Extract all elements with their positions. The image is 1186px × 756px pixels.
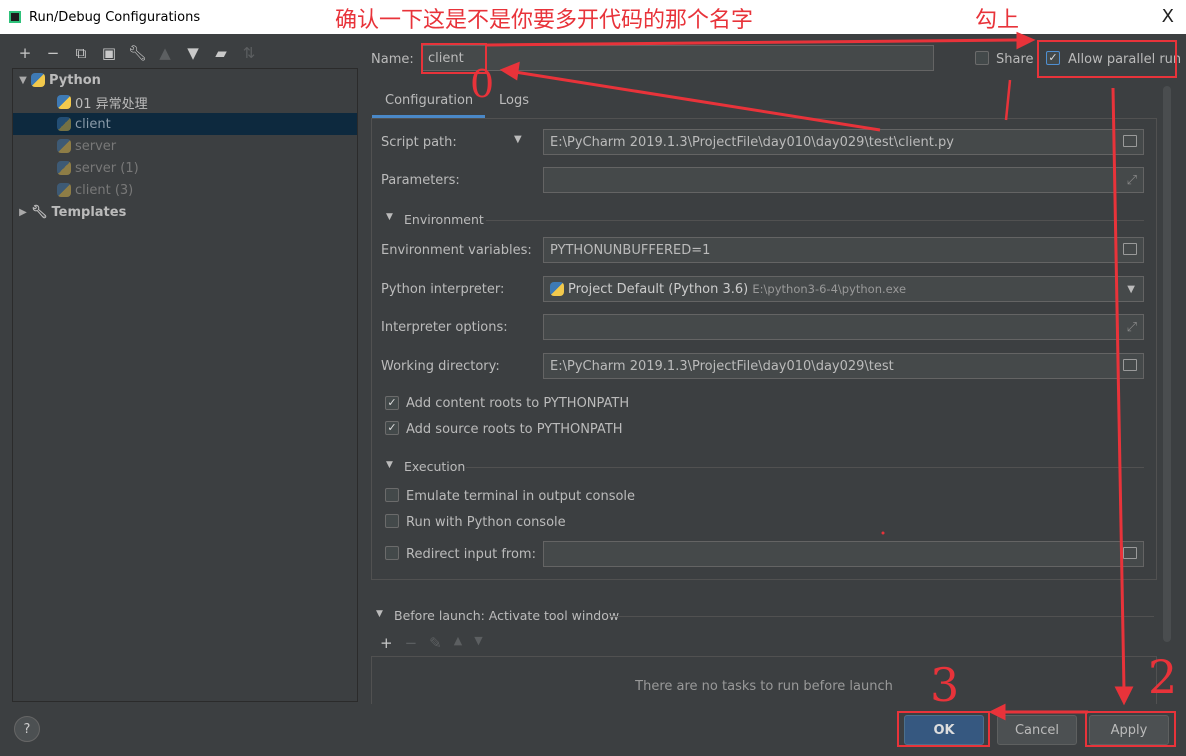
browse-folder-icon[interactable] <box>1123 547 1137 559</box>
redirect-input-field[interactable] <box>543 541 1144 567</box>
content-roots-label: Add content roots to PYTHONPATH <box>406 396 630 411</box>
python-icon <box>57 95 71 109</box>
name-input[interactable]: client <box>421 45 934 71</box>
edit-env-icon[interactable] <box>1123 243 1137 255</box>
close-icon[interactable]: X <box>1162 6 1174 27</box>
divider <box>608 616 1154 617</box>
move-up-icon[interactable]: ▲ <box>454 634 462 652</box>
tree-item[interactable]: server (1) <box>13 157 357 179</box>
tree-item[interactable]: server <box>13 135 357 157</box>
browse-folder-icon[interactable] <box>1123 135 1137 147</box>
redirect-input-label: Redirect input from: <box>406 547 536 562</box>
edit-icon[interactable]: ✎ <box>429 634 442 652</box>
name-label: Name: <box>371 52 414 67</box>
minus-icon[interactable]: − <box>44 44 62 62</box>
wrench-icon[interactable]: 🔧︎ <box>128 44 147 62</box>
tab-configuration[interactable]: Configuration <box>385 93 473 108</box>
annotation-mark-0: 0 <box>470 62 495 106</box>
collapse-arrow-icon[interactable]: ▶ <box>15 207 31 218</box>
content-roots-checkbox[interactable]: ✓ <box>385 396 399 410</box>
emulate-terminal-label: Emulate terminal in output console <box>406 489 636 504</box>
move-down-icon[interactable]: ▼ <box>184 44 202 62</box>
script-type-dropdown-icon[interactable]: ▼ <box>514 134 522 145</box>
tree-item-selected[interactable]: client <box>13 113 357 135</box>
tree-node-python[interactable]: ▼ Python <box>13 69 357 91</box>
execution-collapse-icon[interactable]: ▼ <box>386 460 393 470</box>
save-icon[interactable]: ▣ <box>100 44 118 62</box>
window-title: Run/Debug Configurations <box>29 9 201 25</box>
no-tasks-text: There are no tasks to run before launch <box>635 679 893 694</box>
tree-node-templates[interactable]: ▶ 🔧︎ Templates <box>13 201 357 223</box>
share-checkbox[interactable] <box>975 51 989 65</box>
interpreter-label: Python interpreter: <box>381 282 505 297</box>
divider <box>466 467 1144 468</box>
annotation-box-ok <box>897 711 990 747</box>
environment-collapse-icon[interactable]: ▼ <box>386 212 393 222</box>
move-down-icon[interactable]: ▼ <box>474 634 482 652</box>
python-console-label: Run with Python console <box>406 515 566 530</box>
sort-icon[interactable]: ⇅ <box>240 44 258 62</box>
scrollbar[interactable] <box>1163 86 1171 642</box>
before-launch-section: Before launch: Activate tool window <box>394 608 620 623</box>
interpreter-options-input[interactable]: ⤢ <box>543 314 1144 340</box>
tab-logs[interactable]: Logs <box>499 93 529 108</box>
annotation-mark-3: 3 <box>930 658 960 712</box>
annotation-box-parallel <box>1037 40 1177 78</box>
python-icon <box>57 117 71 131</box>
python-icon <box>57 183 71 197</box>
interpreter-options-label: Interpreter options: <box>381 320 508 335</box>
tree-item[interactable]: client (3) <box>13 179 357 201</box>
plus-icon[interactable]: + <box>380 634 393 652</box>
python-icon <box>57 161 71 175</box>
wrench-icon: 🔧︎ <box>31 204 48 220</box>
expand-arrow-icon[interactable]: ▼ <box>15 75 31 86</box>
parameters-label: Parameters: <box>381 173 460 188</box>
before-launch-collapse-icon[interactable]: ▼ <box>376 609 383 619</box>
cancel-button[interactable]: Cancel <box>997 715 1077 745</box>
copy-icon[interactable]: ⧉ <box>72 44 90 62</box>
before-launch-toolbar: + − ✎ ▲ ▼ <box>380 634 483 652</box>
source-roots-checkbox[interactable]: ✓ <box>385 421 399 435</box>
script-path-input[interactable]: E:\PyCharm 2019.1.3\ProjectFile\day010\d… <box>543 129 1144 155</box>
help-button[interactable]: ? <box>14 716 40 742</box>
python-console-checkbox[interactable] <box>385 514 399 528</box>
annotation-check-note: 勾上 <box>975 8 1020 33</box>
annotation-note: 确认一下这是不是你要多开代码的那个名字 <box>335 8 754 33</box>
browse-folder-icon[interactable] <box>1123 359 1137 371</box>
divider <box>486 220 1144 221</box>
python-icon <box>550 282 564 296</box>
working-dir-input[interactable]: E:\PyCharm 2019.1.3\ProjectFile\day010\d… <box>543 353 1144 379</box>
annotation-box-apply <box>1085 711 1176 747</box>
redirect-input-checkbox[interactable] <box>385 546 399 560</box>
expand-icon[interactable]: ⤢ <box>1127 320 1137 335</box>
config-tree: ▼ Python 01 异常处理 client server server (1)… <box>12 68 358 702</box>
new-folder-icon[interactable]: ▰ <box>212 44 230 62</box>
minus-icon[interactable]: − <box>405 634 418 652</box>
python-icon <box>31 73 45 87</box>
script-path-label: Script path: <box>381 135 457 150</box>
pycharm-icon <box>9 11 21 23</box>
plus-icon[interactable]: + <box>16 44 34 62</box>
emulate-terminal-checkbox[interactable] <box>385 488 399 502</box>
environment-section: Environment <box>404 212 484 227</box>
parameters-input[interactable]: ⤢ <box>543 167 1144 193</box>
expand-icon[interactable]: ⤢ <box>1127 173 1137 188</box>
source-roots-label: Add source roots to PYTHONPATH <box>406 422 623 437</box>
tree-toolbar: + − ⧉ ▣ 🔧︎ ▲ ▼ ▰ ⇅ <box>16 44 258 62</box>
before-launch-list: There are no tasks to run before launch <box>371 656 1157 704</box>
env-vars-label: Environment variables: <box>381 243 532 258</box>
tree-item[interactable]: 01 异常处理 <box>13 91 357 113</box>
env-vars-input[interactable]: PYTHONUNBUFFERED=1 <box>543 237 1144 263</box>
execution-section: Execution <box>404 459 466 474</box>
python-icon <box>57 139 71 153</box>
working-dir-label: Working directory: <box>381 359 500 374</box>
annotation-mark-2: 2 <box>1148 650 1178 704</box>
chevron-down-icon[interactable]: ▼ <box>1127 284 1135 295</box>
move-up-icon[interactable]: ▲ <box>156 44 174 62</box>
share-label: Share <box>996 52 1034 67</box>
interpreter-select[interactable]: Project Default (Python 3.6) E:\python3-… <box>543 276 1144 302</box>
